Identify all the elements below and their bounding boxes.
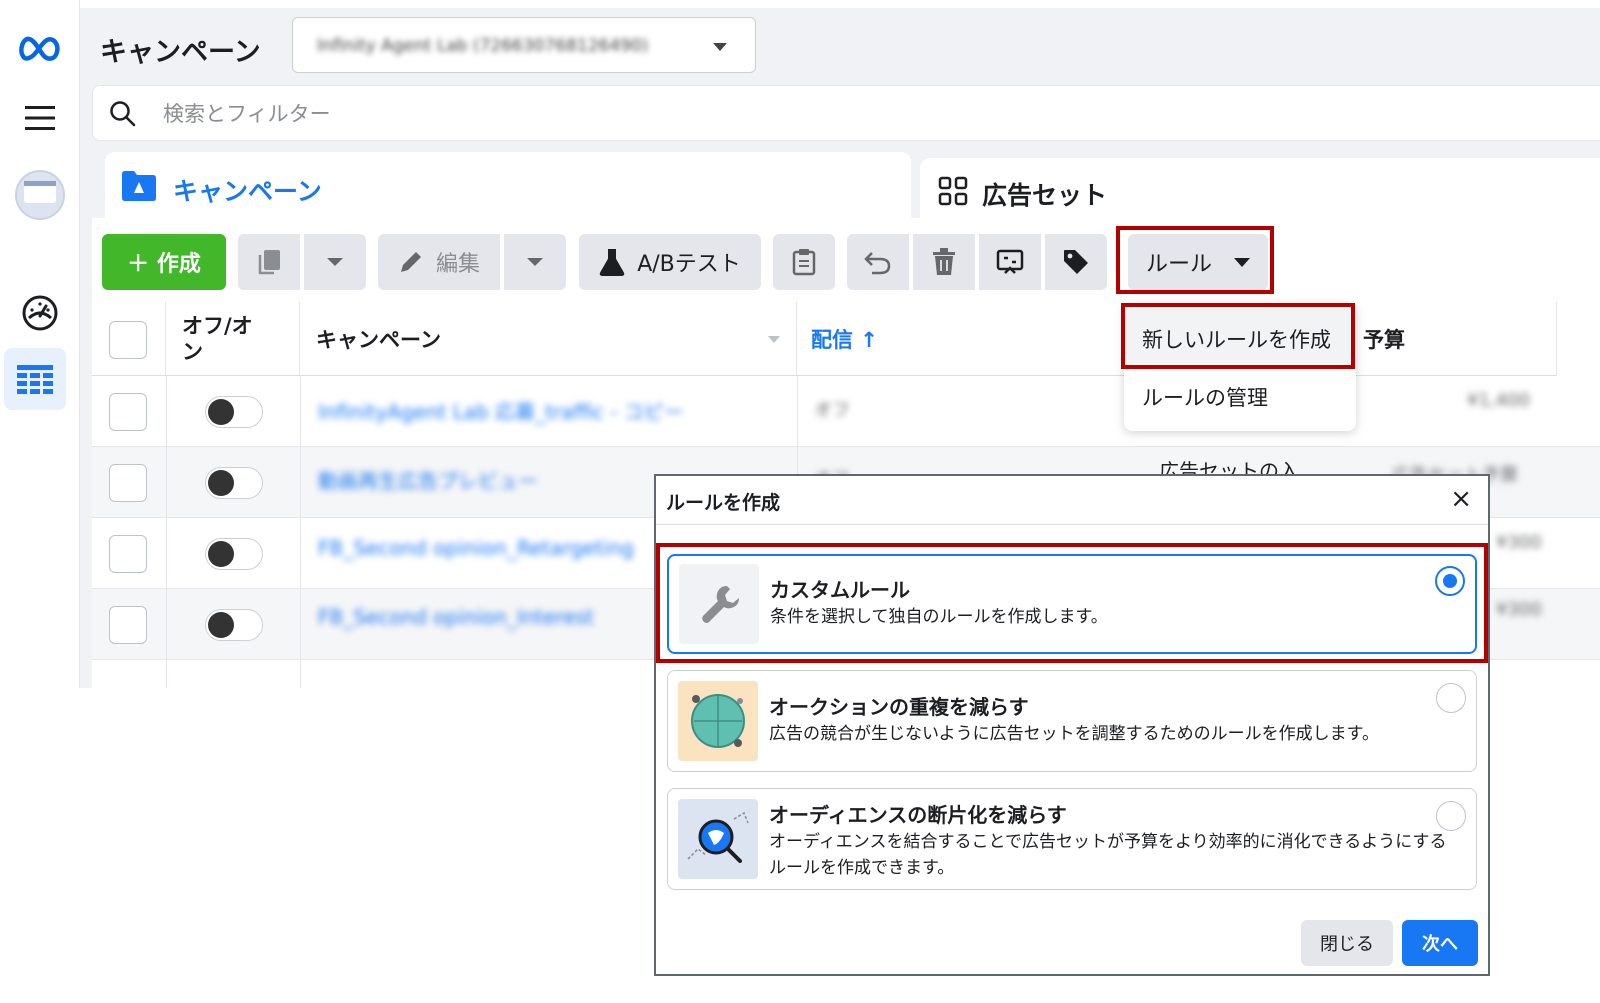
campaign-name-link[interactable]: InfinityAgent Lab 応募_traffic - コピー <box>318 396 684 425</box>
left-nav-rail <box>0 0 80 688</box>
toolbar: ＋ 作成 編集 A/Bテスト ルール <box>92 218 1600 302</box>
tab-ad-sets-label: 広告セット <box>982 181 1108 210</box>
undo-button[interactable] <box>847 234 909 290</box>
delete-button[interactable] <box>913 234 975 290</box>
row-onoff-toggle[interactable] <box>205 538 263 570</box>
budget-value: ¥300 <box>1496 532 1542 553</box>
row-checkbox[interactable] <box>109 393 147 431</box>
tab-campaigns-label: キャンペーン <box>173 177 322 206</box>
account-avatar[interactable] <box>0 168 80 222</box>
preview-swap-icon <box>996 249 1024 274</box>
row-onoff-toggle[interactable] <box>205 396 263 428</box>
custom-rule-highlight <box>656 543 1488 663</box>
account-name: Infinity Agent Lab (726630768126490) <box>317 36 649 56</box>
create-button[interactable]: ＋ 作成 <box>102 234 226 290</box>
undo-icon <box>864 252 891 275</box>
menu-icon[interactable] <box>0 100 80 136</box>
column-header-campaign[interactable]: キャンペーン <box>300 302 797 376</box>
rules-button-highlight <box>1116 226 1274 294</box>
duplicate-dropdown-button[interactable] <box>304 234 366 290</box>
flask-icon <box>599 249 625 276</box>
row-checkbox[interactable] <box>109 535 147 573</box>
table-grid-icon <box>17 365 53 394</box>
tab-campaigns[interactable]: キャンペーン <box>105 152 911 224</box>
magnifier-globe-icon <box>678 799 758 879</box>
page-title: キャンペーン <box>100 37 261 68</box>
caret-down-icon <box>713 43 727 51</box>
preview-swap-button[interactable] <box>979 234 1041 290</box>
create-rule-highlight <box>1121 303 1355 369</box>
close-button[interactable]: 閉じる <box>1301 920 1393 966</box>
search-input[interactable] <box>163 100 963 128</box>
clipboard-button[interactable] <box>773 234 835 290</box>
tab-ad-sets[interactable]: 広告セット <box>920 158 1600 224</box>
duplicate-button[interactable] <box>238 234 300 290</box>
column-header-budget-label: 予算 <box>1363 327 1405 352</box>
column-header-delivery-label: 配信 ↑ <box>811 327 878 352</box>
dashboard-gauge-icon[interactable] <box>0 292 80 334</box>
clipboard-icon <box>792 249 816 276</box>
campaign-name-link[interactable]: FB_Second opinion_Retargeting <box>318 536 634 560</box>
trash-icon <box>933 248 955 275</box>
caret-down-icon <box>327 258 343 266</box>
toggle-knob <box>208 399 234 425</box>
row-checkbox[interactable] <box>109 464 147 502</box>
radio-reduce-audience-fragmentation[interactable] <box>1436 801 1466 831</box>
edit-label: 編集 <box>435 252 480 277</box>
budget-value: ¥1,400 <box>1467 390 1530 411</box>
campaign-name-link[interactable]: FB_Second opinion_Interest <box>318 605 594 629</box>
column-header-campaign-label: キャンペーン <box>316 327 441 352</box>
next-button[interactable]: 次へ <box>1402 920 1478 966</box>
meta-logo-icon[interactable] <box>0 28 80 68</box>
delivery-status: オフ <box>814 400 850 421</box>
menu-item-manage-rules[interactable]: ルールの管理 <box>1124 367 1356 427</box>
globe-network-icon <box>678 681 758 761</box>
row-onoff-toggle[interactable] <box>205 609 263 641</box>
radio-reduce-auction-overlap[interactable] <box>1436 683 1466 713</box>
caret-down-icon <box>527 258 543 266</box>
column-divider <box>166 376 167 688</box>
dialog-divider <box>656 524 1488 525</box>
row-checkbox[interactable] <box>109 606 147 644</box>
toggle-knob <box>208 612 234 638</box>
option-reduce-auction-overlap[interactable]: オークションの重複を減らす 広告の競合が生じないように広告セットを調整するための… <box>667 670 1477 772</box>
account-selector[interactable]: Infinity Agent Lab (726630768126490) <box>292 17 756 73</box>
toggle-knob <box>208 470 234 496</box>
close-icon[interactable]: × <box>1450 484 1472 514</box>
pencil-icon <box>400 252 421 272</box>
budget-value: ¥300 <box>1496 599 1542 620</box>
campaign-name-link[interactable]: 動画再生広告プレビュー <box>318 465 538 494</box>
ab-test-label: A/Bテスト <box>637 252 741 277</box>
ab-test-button[interactable]: A/Bテスト <box>579 234 761 290</box>
duplicate-icon <box>258 250 280 275</box>
tag-button[interactable] <box>1045 234 1107 290</box>
option-description: オーディエンスを結合することで広告セットが予算をより効率的に消化できるようにする… <box>769 832 1447 878</box>
tag-icon <box>1064 250 1088 274</box>
sort-caret-icon <box>768 336 780 343</box>
row-onoff-toggle[interactable] <box>205 467 263 499</box>
option-title: オークションの重複を減らす <box>769 695 1029 719</box>
select-all-checkbox[interactable] <box>109 321 147 359</box>
select-all-cell <box>92 302 166 376</box>
option-title: オーディエンスの断片化を減らす <box>769 803 1067 827</box>
edit-dropdown-button[interactable] <box>504 234 566 290</box>
table-row[interactable]: InfinityAgent Lab 応募_traffic - コピー オフ ¥1… <box>92 376 1600 447</box>
column-header-onoff[interactable]: オフ/オン <box>166 302 300 376</box>
column-divider <box>300 376 301 688</box>
search-bar <box>92 85 1600 141</box>
dialog-title: ルールを作成 <box>666 492 781 514</box>
campaign-folder-icon <box>122 171 156 201</box>
column-header-budget[interactable]: 予算 <box>1347 302 1557 376</box>
option-description: 広告の競合が生じないように広告セットを調整するためのルールを作成します。 <box>769 724 1379 744</box>
edit-button[interactable]: 編集 <box>378 234 500 290</box>
toggle-knob <box>208 541 234 567</box>
adset-grid-icon <box>938 176 968 206</box>
search-icon <box>110 101 136 127</box>
ads-manager-nav-item[interactable] <box>4 348 66 410</box>
column-header-onoff-label: オフ/オン <box>182 313 253 364</box>
option-reduce-audience-fragmentation[interactable]: オーディエンスの断片化を減らす オーディエンスを結合することで広告セットが予算を… <box>667 788 1477 890</box>
